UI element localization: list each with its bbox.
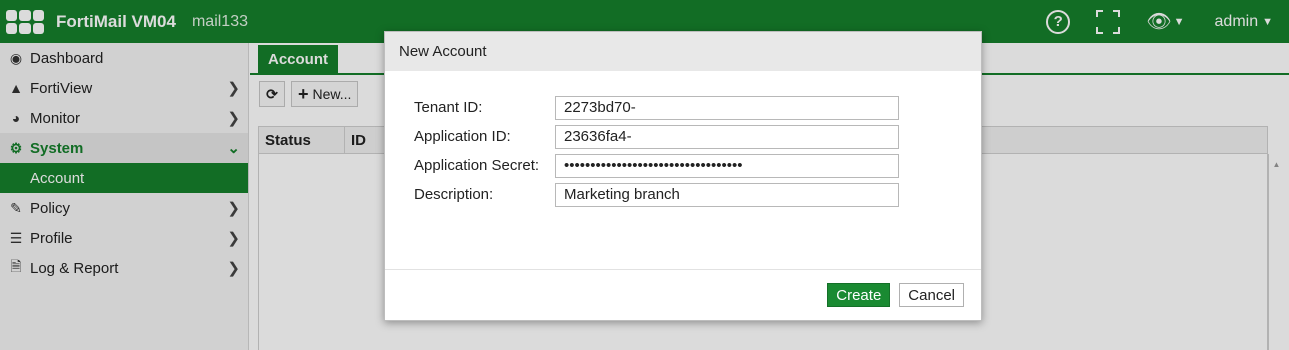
new-account-dialog: New Account Tenant ID: Application ID: A… [384,31,982,321]
dialog-footer: Create Cancel [385,269,981,320]
application-secret-field[interactable] [555,153,899,178]
dialog-title: New Account [385,32,981,71]
form-row-description: Description: [414,180,981,209]
application-id-field[interactable] [555,124,899,149]
form-row-tenant-id: Tenant ID: [414,93,981,122]
description-label: Description: [414,186,494,203]
tenant-id-label: Tenant ID: [414,99,483,116]
description-field[interactable] [555,182,899,207]
form-row-application-secret: Application Secret: [414,151,981,180]
account-form: Tenant ID: Application ID: Application S… [385,71,981,209]
tenant-id-field[interactable] [555,95,899,120]
application-secret-label: Application Secret: [414,157,540,174]
create-button[interactable]: Create [827,283,891,307]
cancel-button[interactable]: Cancel [899,283,964,307]
application-id-label: Application ID: [414,128,511,145]
form-row-application-id: Application ID: [414,122,981,151]
